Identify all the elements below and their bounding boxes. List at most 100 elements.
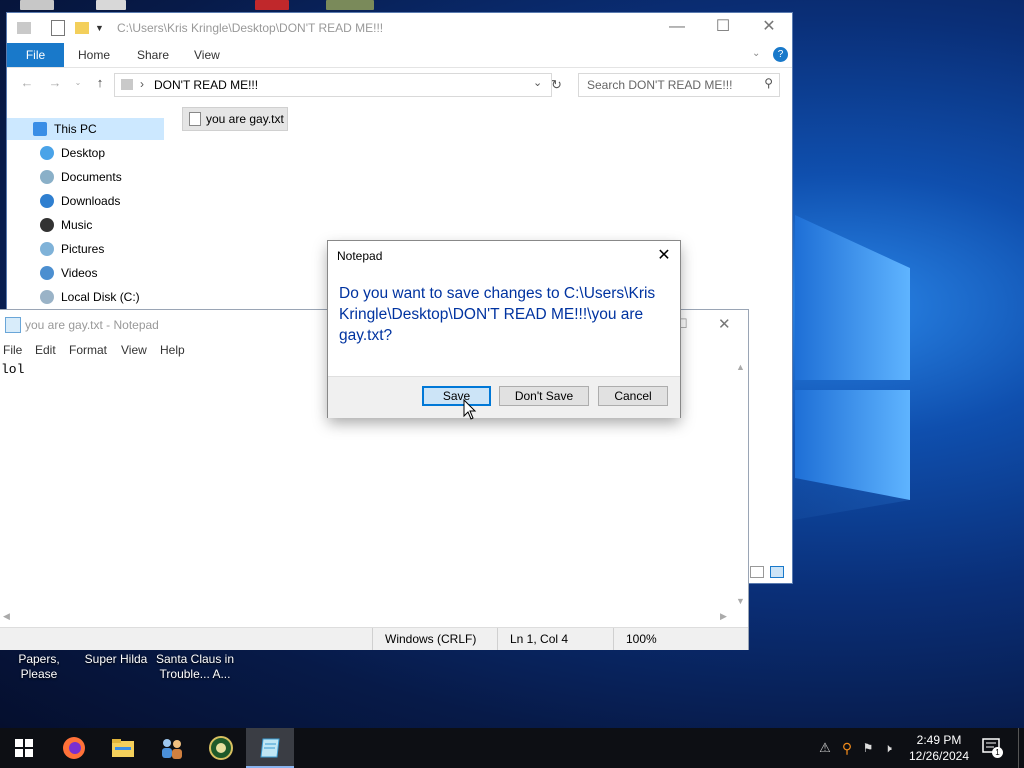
sidebar-item-this-pc[interactable]: This PC [7,118,164,140]
save-button[interactable]: Save [422,386,491,406]
scroll-left-icon[interactable]: ◀ [3,611,10,622]
close-button[interactable]: ✕ [718,315,731,333]
tab-file[interactable]: File [7,43,64,67]
network-status-icon[interactable]: ⚠ [814,740,836,756]
notepad-icon [260,738,280,758]
menu-help[interactable]: Help [160,343,185,357]
refresh-icon[interactable]: ↻ [551,77,562,93]
sidebar-item-music[interactable]: Music [40,214,92,236]
address-field[interactable]: › DON'T READ ME!!! ⌄ [114,73,552,97]
status-bar: Windows (CRLF) Ln 1, Col 4 100% [0,627,748,650]
taskbar-people[interactable] [148,728,196,768]
people-icon [162,739,182,759]
tab-home[interactable]: Home [78,43,110,67]
quick-access-toolbar: ▼ [17,20,104,36]
taskbar-file-explorer[interactable] [99,728,147,768]
clock-date: 12/26/2024 [908,749,970,763]
help-icon[interactable]: ? [773,47,788,62]
computer-icon [33,122,47,136]
taskbar: ⚠ ⚲ ⚑ 🕨 2:49 PM 12/26/2024 1 [0,728,1024,768]
sidebar-item-downloads[interactable]: Downloads [40,190,120,212]
sidebar-item-desktop[interactable]: Desktop [40,142,105,164]
scroll-down-icon[interactable]: ▼ [736,596,745,606]
start-button[interactable] [0,728,48,768]
window-title: C:\Users\Kris Kringle\Desktop\DON'T READ… [117,21,384,35]
search-icon: ⚲ [764,76,773,90]
search-input[interactable]: Search DON'T READ ME!!! ⚲ [578,73,780,97]
chevron-down-icon[interactable]: ⌄ [533,76,542,89]
drive-icon [40,290,54,304]
properties-icon[interactable] [51,20,65,36]
tab-share[interactable]: Share [137,43,169,67]
file-item[interactable]: you are gay.txt [182,107,288,131]
explorer-title-bar[interactable]: ▼ C:\Users\Kris Kringle\Desktop\DON'T RE… [7,13,792,43]
menu-view[interactable]: View [121,343,147,357]
up-arrow-icon[interactable]: ↑ [92,75,108,91]
desktop-icon-label[interactable]: Super Hilda [80,652,152,667]
system-tray: ⚠ ⚲ ⚑ 🕨 [814,728,898,768]
windows-start-icon [15,739,33,757]
file-explorer-icon [112,739,134,757]
save-changes-dialog: Notepad ✕ Do you want to save changes to… [328,241,680,418]
vertical-scrollbar[interactable]: ▲ ▼ [733,360,748,610]
minimize-button[interactable]: — [654,13,700,43]
volume-muted-icon[interactable]: 🕨 [878,741,898,756]
ribbon-tabs: File Home Share View ⌄ ? [7,43,792,68]
horizontal-scrollbar[interactable]: ◀ ▶ [0,610,733,625]
desktop-icon-label[interactable]: Papers, Please [0,652,78,682]
window-title: you are gay.txt - Notepad [25,318,159,332]
notepad-icon [5,317,21,333]
sidebar-item-local-disk[interactable]: Local Disk (C:) [40,286,140,308]
chevron-down-icon[interactable]: ⌄ [752,48,760,59]
game-icon [209,736,233,760]
dialog-title: Notepad [337,249,383,263]
new-folder-icon[interactable] [75,22,89,34]
text-file-icon [189,112,201,126]
maximize-button[interactable]: ☐ [700,13,746,43]
sidebar-item-documents[interactable]: Documents [40,166,122,188]
large-icons-view-icon[interactable] [770,566,784,578]
breadcrumb-chevron-icon: › [140,77,144,91]
dont-save-button[interactable]: Don't Save [499,386,589,406]
back-arrow-icon[interactable]: ← [19,75,35,91]
downloads-icon [40,194,54,208]
taskbar-game[interactable] [197,728,245,768]
details-view-icon[interactable] [750,566,764,578]
sidebar-item-videos[interactable]: Videos [40,262,97,284]
tab-view[interactable]: View [194,43,220,67]
scroll-up-icon[interactable]: ▲ [736,362,745,372]
menu-file[interactable]: File [3,343,22,357]
recent-locations-icon[interactable]: ⌄ [70,75,86,91]
mouse-cursor-icon [463,399,477,420]
menu-format[interactable]: Format [69,343,107,357]
cancel-button[interactable]: Cancel [598,386,668,406]
taskbar-firefox[interactable] [50,728,98,768]
address-bar-row: ← → ⌄ ↑ › DON'T READ ME!!! ⌄ ↻ Search DO… [7,69,792,99]
clock[interactable]: 2:49 PM 12/26/2024 [900,732,978,764]
sidebar-item-pictures[interactable]: Pictures [40,238,104,260]
show-desktop-button[interactable] [1018,728,1024,768]
notification-count-badge: 1 [992,747,1003,758]
close-button[interactable]: ✕ [746,13,792,43]
desktop-icon-label[interactable]: Santa Claus in Trouble... A... [154,652,236,682]
line-ending-status: Windows (CRLF) [385,632,477,646]
videos-icon [40,266,54,280]
taskbar-notepad[interactable] [246,728,294,768]
forward-arrow-icon[interactable]: → [47,75,63,91]
notification-center-button[interactable]: 1 [982,738,1003,758]
flag-icon[interactable]: ⚑ [858,741,878,755]
music-icon [40,218,54,232]
cursor-position-status: Ln 1, Col 4 [510,632,569,646]
close-button[interactable]: ✕ [648,241,680,271]
clock-time: 2:49 PM [916,733,962,747]
menu-edit[interactable]: Edit [35,343,56,357]
file-name: you are gay.txt [206,112,284,126]
dialog-button-row: Save Don't Save Cancel [328,376,680,418]
scroll-right-icon[interactable]: ▶ [720,611,727,622]
breadcrumb: DON'T READ ME!!! [154,78,259,92]
folder-icon [17,22,31,34]
search-tray-icon[interactable]: ⚲ [836,740,858,757]
zoom-status: 100% [626,632,657,646]
chevron-down-icon[interactable]: ▼ [95,23,104,33]
desktop-icons-partial [0,0,400,12]
